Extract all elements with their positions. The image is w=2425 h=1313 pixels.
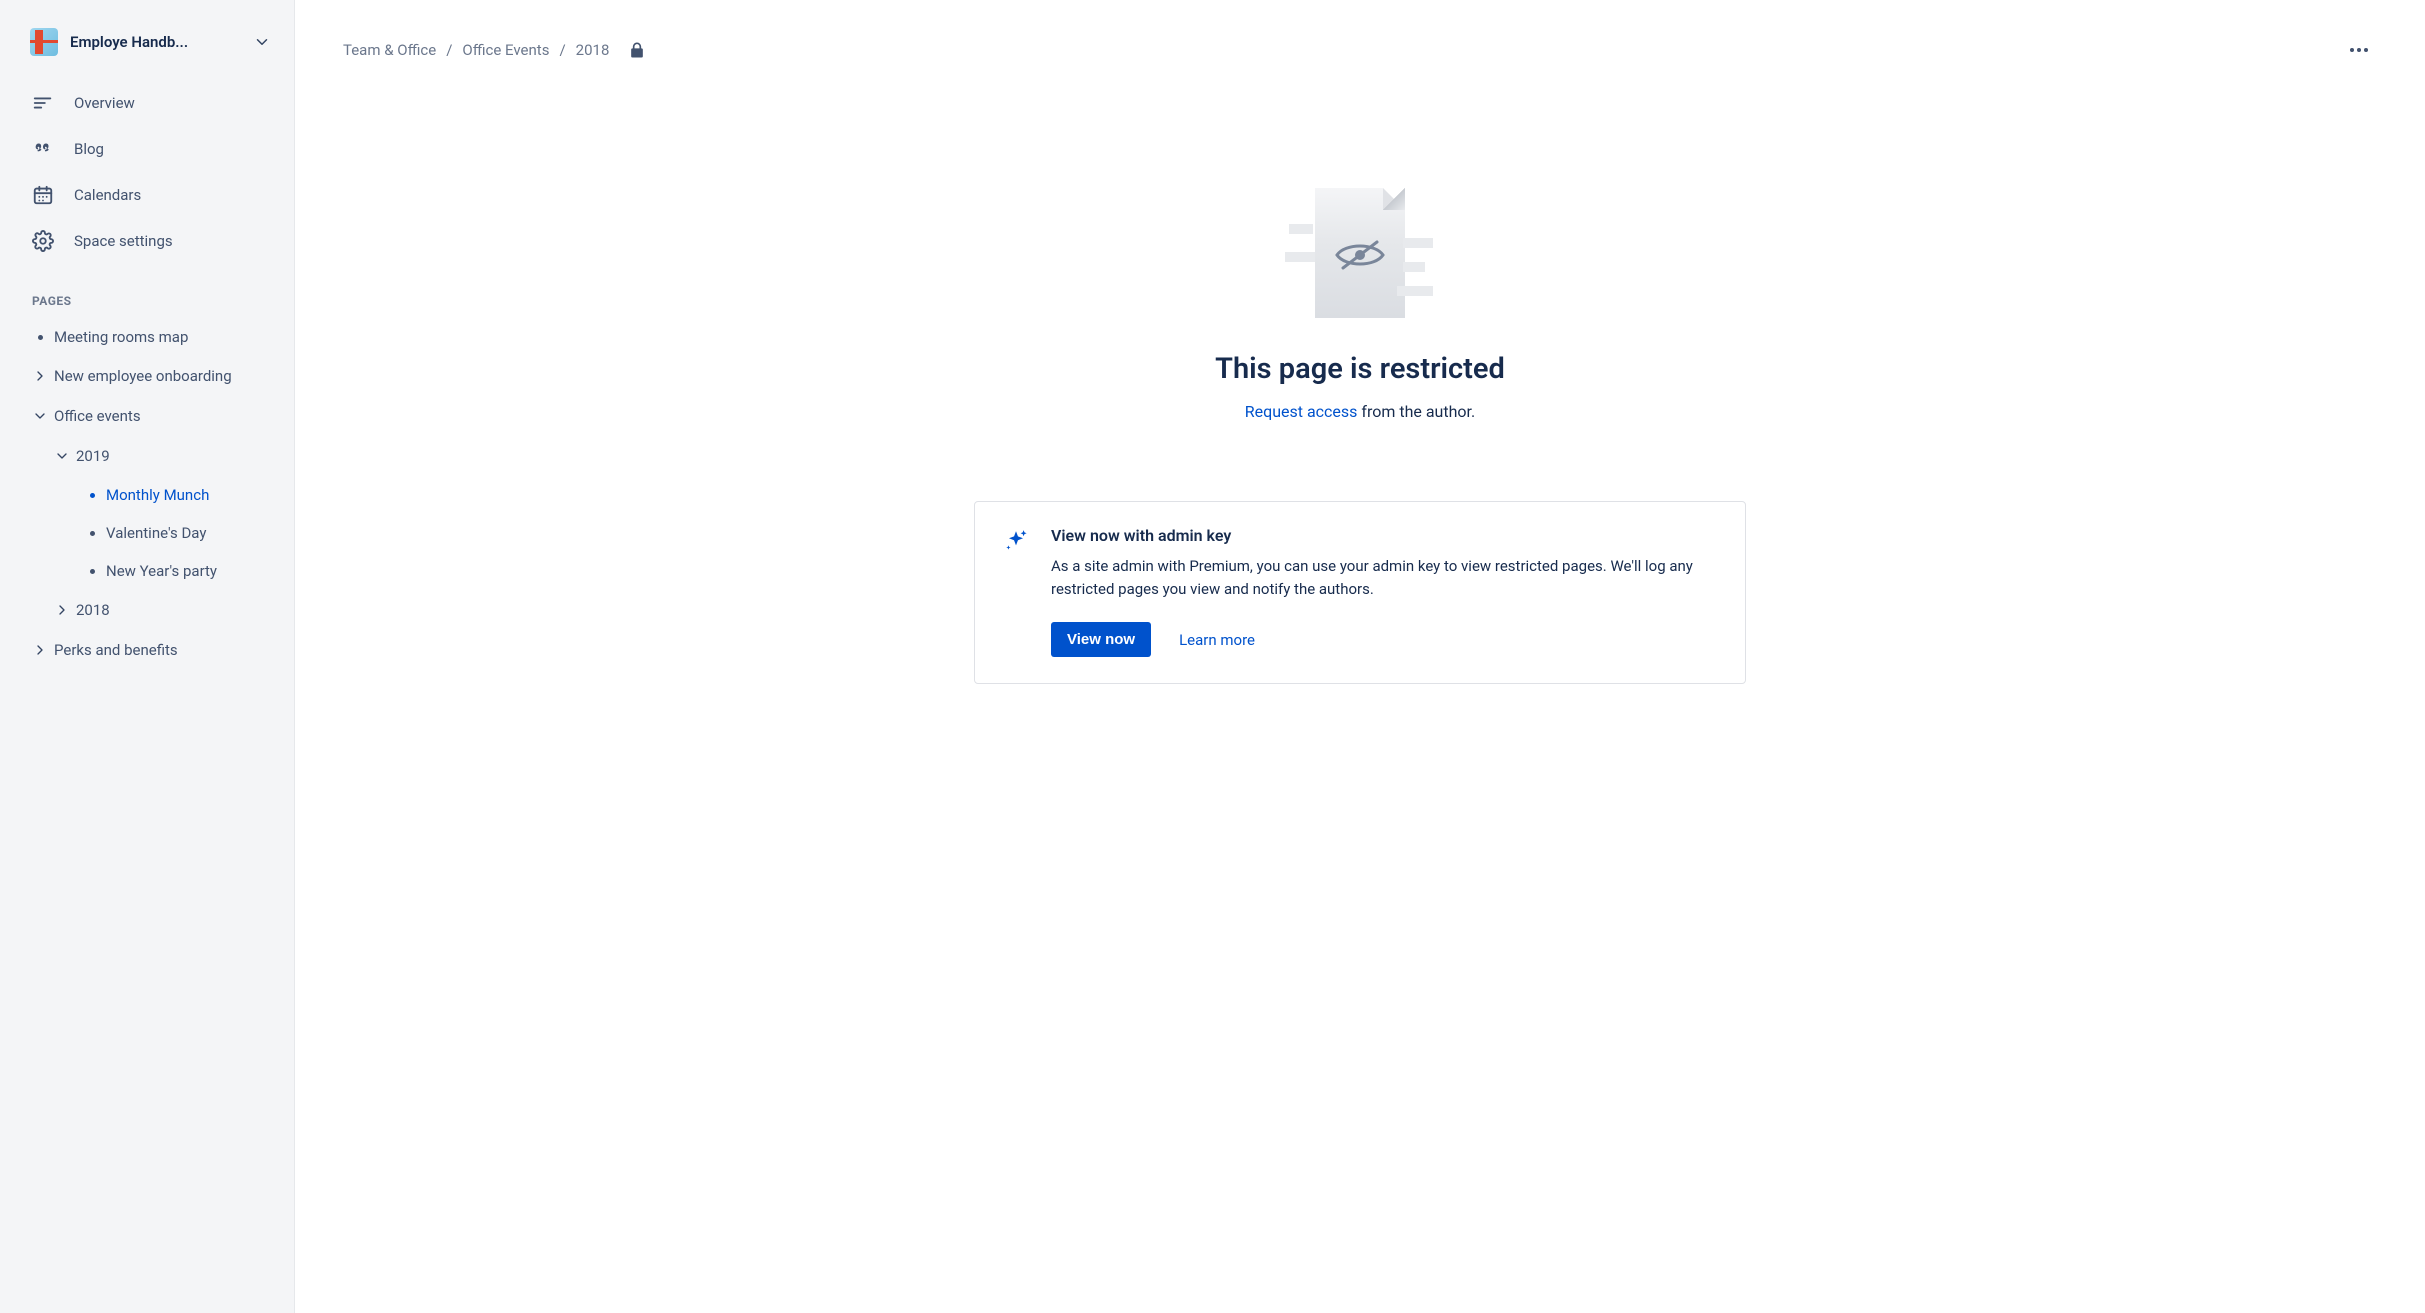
tree-item-monthly-munch[interactable]: Monthly Munch — [18, 476, 286, 514]
chevron-down-icon — [250, 30, 274, 54]
lock-icon[interactable] — [627, 40, 647, 60]
restricted-subtitle-suffix: from the author. — [1357, 402, 1475, 421]
tree-label: Office events — [54, 407, 141, 425]
chevron-down-icon[interactable] — [48, 446, 76, 466]
gear-icon — [30, 228, 56, 254]
breadcrumb-link[interactable]: Team & Office — [343, 41, 436, 59]
calendar-icon — [30, 182, 56, 208]
restricted-page-icon — [1285, 188, 1435, 328]
nav-calendars[interactable]: Calendars — [0, 172, 294, 218]
restricted-subtitle: Request access from the author. — [970, 402, 1750, 421]
bullet-icon — [26, 335, 54, 340]
nav-label: Overview — [74, 94, 135, 112]
admin-key-title: View now with admin key — [1051, 526, 1717, 545]
restricted-title: This page is restricted — [970, 352, 1750, 386]
chevron-right-icon[interactable] — [26, 366, 54, 386]
admin-key-card: View now with admin key As a site admin … — [974, 501, 1746, 684]
tree-item-meeting-rooms[interactable]: Meeting rooms map — [18, 318, 286, 356]
breadcrumb-separator: / — [559, 41, 565, 59]
pages-heading: PAGES — [0, 270, 294, 312]
chevron-down-icon[interactable] — [26, 406, 54, 426]
nav-label: Space settings — [74, 232, 173, 250]
blog-icon — [30, 136, 56, 162]
tree-label: New Year's party — [106, 562, 217, 580]
breadcrumb-separator: / — [446, 41, 452, 59]
view-now-button[interactable]: View now — [1051, 622, 1151, 657]
nav-section: Overview Blog Calendars Space settings — [0, 66, 294, 270]
admin-key-actions: View now Learn more — [1051, 622, 1717, 657]
request-access-link[interactable]: Request access — [1245, 402, 1358, 421]
tree-label: New employee onboarding — [54, 367, 232, 385]
space-logo-icon — [30, 28, 58, 56]
page-tree: Meeting rooms map New employee onboardin… — [0, 312, 294, 670]
chevron-right-icon[interactable] — [48, 600, 76, 620]
tree-item-valentines-day[interactable]: Valentine's Day — [18, 514, 286, 552]
space-switcher[interactable]: Employe Handb... — [0, 28, 294, 66]
nav-label: Blog — [74, 140, 104, 158]
nav-blog[interactable]: Blog — [0, 126, 294, 172]
tree-label: 2019 — [76, 447, 110, 465]
bullet-icon — [78, 493, 106, 498]
breadcrumb-link[interactable]: Office Events — [462, 41, 549, 59]
tree-item-new-employee-onboarding[interactable]: New employee onboarding — [18, 356, 286, 396]
main-content: Team & Office / Office Events / 2018 — [295, 0, 2425, 1313]
nav-overview[interactable]: Overview — [0, 80, 294, 126]
nav-label: Calendars — [74, 186, 141, 204]
sidebar: Employe Handb... Overview Blog Calendars — [0, 0, 295, 1313]
sparkle-icon — [1003, 528, 1029, 554]
tree-item-new-years-party[interactable]: New Year's party — [18, 552, 286, 590]
nav-space-settings[interactable]: Space settings — [0, 218, 294, 264]
topbar: Team & Office / Office Events / 2018 — [343, 32, 2377, 68]
tree-label: Valentine's Day — [106, 524, 206, 542]
admin-key-body: View now with admin key As a site admin … — [1051, 526, 1717, 657]
chevron-right-icon[interactable] — [26, 640, 54, 660]
learn-more-link[interactable]: Learn more — [1179, 631, 1255, 649]
restricted-message: This page is restricted Request access f… — [970, 188, 1750, 421]
tree-item-perks-and-benefits[interactable]: Perks and benefits — [18, 630, 286, 670]
admin-key-description: As a site admin with Premium, you can us… — [1051, 555, 1717, 600]
breadcrumb: Team & Office / Office Events / 2018 — [343, 41, 609, 59]
tree-item-2018[interactable]: 2018 — [18, 590, 286, 630]
tree-item-office-events[interactable]: Office events — [18, 396, 286, 436]
tree-label: 2018 — [76, 601, 110, 619]
more-actions-button[interactable] — [2341, 32, 2377, 68]
tree-label: Monthly Munch — [106, 486, 209, 504]
space-title: Employe Handb... — [70, 33, 250, 51]
bullet-icon — [78, 569, 106, 574]
tree-label: Perks and benefits — [54, 641, 178, 659]
tree-item-2019[interactable]: 2019 — [18, 436, 286, 476]
overview-icon — [30, 90, 56, 116]
tree-label: Meeting rooms map — [54, 328, 188, 346]
breadcrumb-link[interactable]: 2018 — [576, 41, 610, 59]
bullet-icon — [78, 531, 106, 536]
